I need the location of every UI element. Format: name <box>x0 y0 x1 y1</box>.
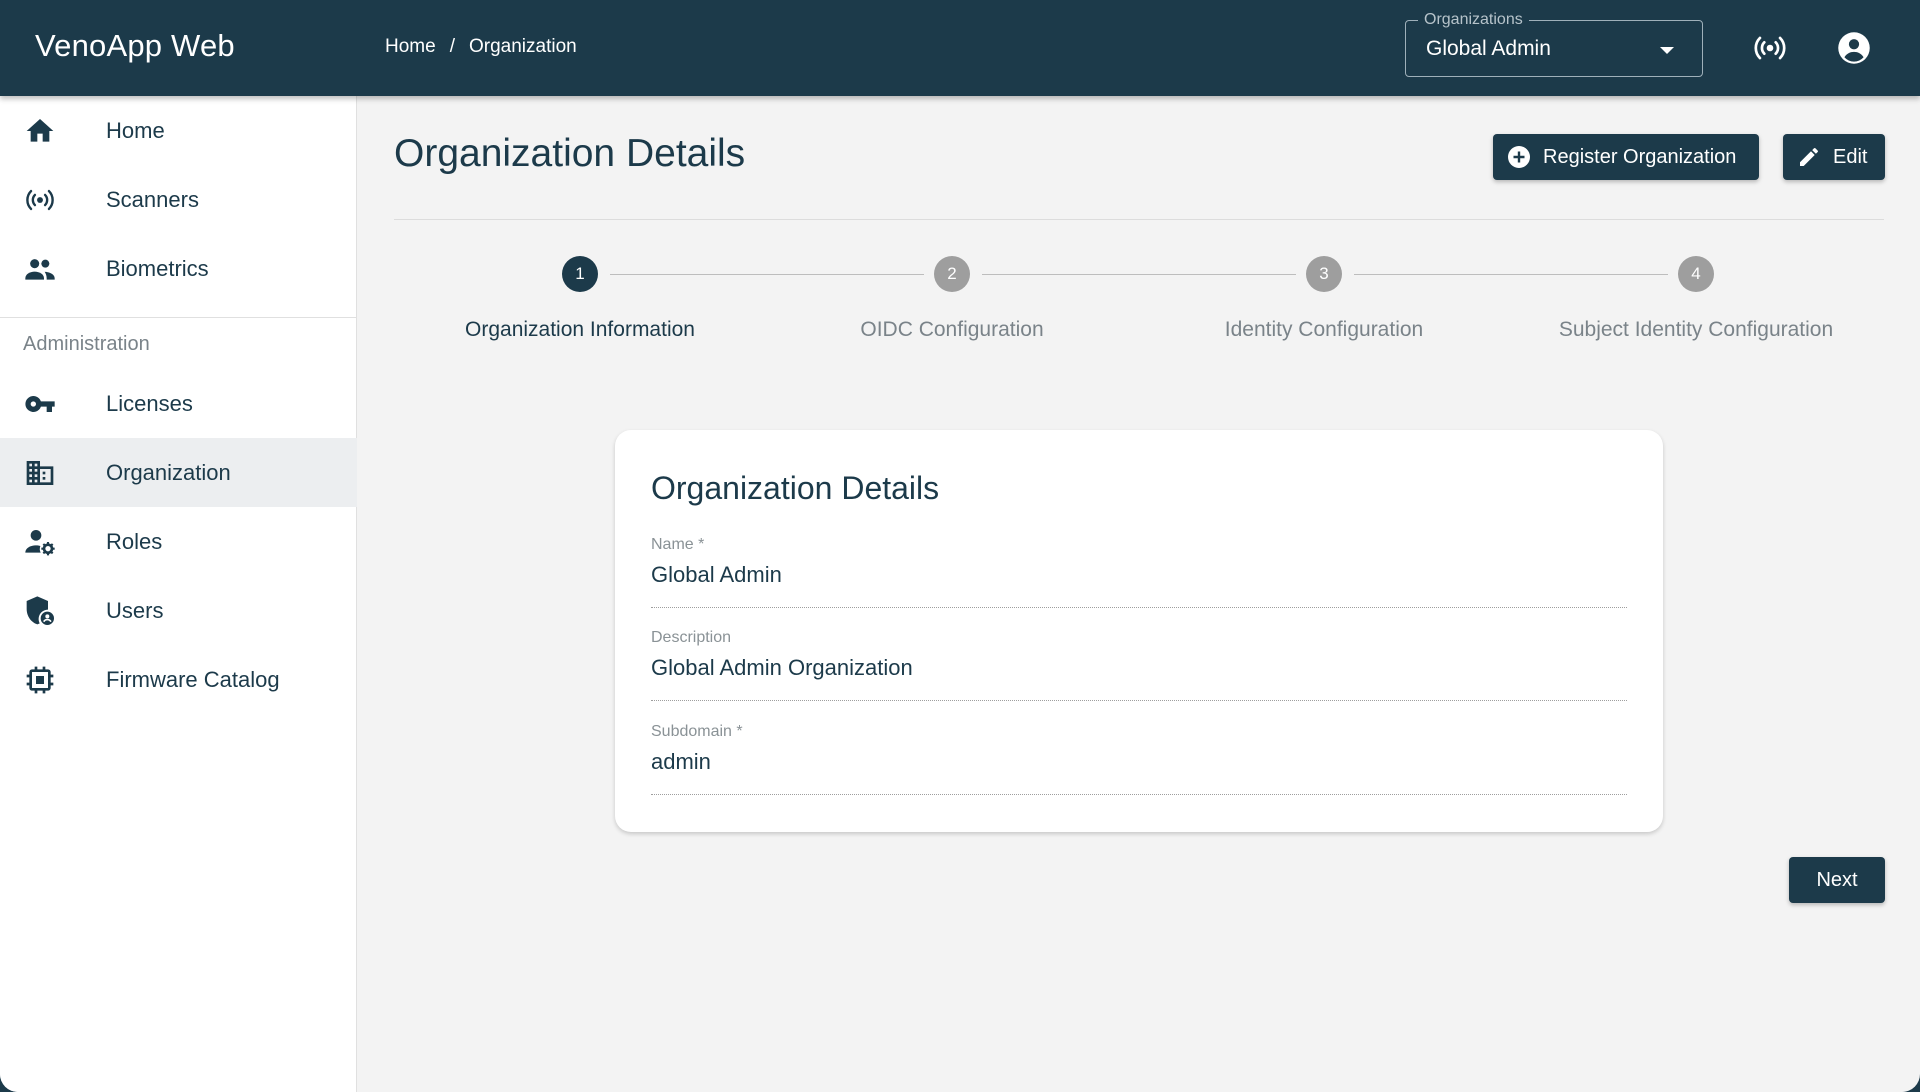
broadcast-icon <box>26 189 54 211</box>
step-connector <box>610 274 924 275</box>
name-field[interactable]: Name * Global Admin <box>651 536 1627 608</box>
step-3-number[interactable]: 3 <box>1306 256 1342 292</box>
header-divider <box>394 219 1884 220</box>
step-1-number[interactable]: 1 <box>562 256 598 292</box>
app-window: VenoApp Web Home / Organization Organiza… <box>0 0 1920 1092</box>
sidebar-item-biometrics[interactable]: Biometrics <box>0 234 357 303</box>
chevron-down-icon <box>1660 47 1674 54</box>
edit-button[interactable]: Edit <box>1783 134 1885 180</box>
step-1-label[interactable]: Organization Information <box>410 318 750 342</box>
chip-icon <box>26 666 54 694</box>
name-field-value: Global Admin <box>651 562 782 587</box>
building-icon <box>26 461 54 485</box>
subdomain-field-label: Subdomain * <box>651 723 743 740</box>
sidebar-item-users[interactable]: Users <box>0 576 357 645</box>
account-circle-icon[interactable] <box>1836 30 1872 66</box>
user-gear-icon <box>25 530 55 556</box>
step-4-label[interactable]: Subject Identity Configuration <box>1526 318 1866 342</box>
card-title: Organization Details <box>651 470 940 506</box>
home-icon <box>26 119 54 142</box>
sidebar-item-label: Scanners <box>106 187 199 212</box>
edit-label: Edit <box>1833 145 1868 168</box>
organization-details-card: Organization Details Name * Global Admin… <box>615 430 1663 832</box>
breadcrumb-separator: / <box>449 36 455 57</box>
register-organization-button[interactable]: Register Organization <box>1493 134 1759 180</box>
add-circle-icon <box>1508 146 1530 168</box>
sidebar-section-title: Administration <box>23 333 150 355</box>
organization-select-value: Global Admin <box>1426 37 1551 60</box>
name-field-label: Name * <box>651 536 705 553</box>
sidebar-item-home[interactable]: Home <box>0 96 357 165</box>
broadcast-icon[interactable] <box>1752 30 1788 66</box>
organization-select-label: Organizations <box>1418 11 1529 29</box>
people-icon <box>25 259 55 280</box>
next-button[interactable]: Next <box>1789 857 1885 903</box>
sidebar-item-label: Users <box>106 598 164 623</box>
main-content: Organization Details Register Organizati… <box>358 96 1920 1092</box>
sidebar-item-label: Home <box>106 118 165 143</box>
subdomain-field[interactable]: Subdomain * admin <box>651 723 1627 795</box>
step-2-label[interactable]: OIDC Configuration <box>782 318 1122 342</box>
breadcrumb: Home / Organization <box>385 36 577 58</box>
page-title: Organization Details <box>394 132 746 175</box>
sidebar-item-organization[interactable]: Organization <box>0 438 357 507</box>
field-underline <box>651 700 1627 701</box>
sidebar-item-scanners[interactable]: Scanners <box>0 165 357 234</box>
breadcrumb-current: Organization <box>468 36 577 57</box>
organization-select[interactable]: Organizations Global Admin <box>1405 11 1703 77</box>
register-organization-label: Register Organization <box>1543 145 1737 168</box>
next-label: Next <box>1816 868 1858 891</box>
sidebar-divider <box>0 317 357 318</box>
sidebar-item-licenses[interactable]: Licenses <box>0 369 357 438</box>
subdomain-field-value: admin <box>651 749 711 774</box>
sidebar-item-label: Organization <box>106 460 231 485</box>
step-connector <box>982 274 1296 275</box>
field-underline <box>651 607 1627 608</box>
app-title: VenoApp Web <box>35 28 235 63</box>
pencil-icon <box>1800 148 1818 166</box>
step-4-number[interactable]: 4 <box>1678 256 1714 292</box>
step-2-number[interactable]: 2 <box>934 256 970 292</box>
sidebar-item-firmware-catalog[interactable]: Firmware Catalog <box>0 645 357 714</box>
sidebar-item-label: Firmware Catalog <box>106 667 280 692</box>
step-connector <box>1354 274 1668 275</box>
sidebar-item-label: Biometrics <box>106 256 209 281</box>
sidebar-item-label: Licenses <box>106 391 193 416</box>
key-icon <box>25 396 55 412</box>
description-field-label: Description <box>651 629 732 646</box>
breadcrumb-home-link[interactable]: Home <box>385 36 436 58</box>
step-3-label[interactable]: Identity Configuration <box>1154 318 1494 342</box>
sidebar: Home Scanners Biometrics Administration <box>0 96 357 1092</box>
description-field[interactable]: Description Global Admin Organization <box>651 629 1627 701</box>
shield-user-icon <box>26 596 54 625</box>
sidebar-item-label: Roles <box>106 529 163 554</box>
description-field-value: Global Admin Organization <box>651 655 913 680</box>
field-underline <box>651 794 1627 795</box>
top-app-bar: VenoApp Web Home / Organization Organiza… <box>0 0 1920 96</box>
sidebar-item-roles[interactable]: Roles <box>0 507 357 576</box>
